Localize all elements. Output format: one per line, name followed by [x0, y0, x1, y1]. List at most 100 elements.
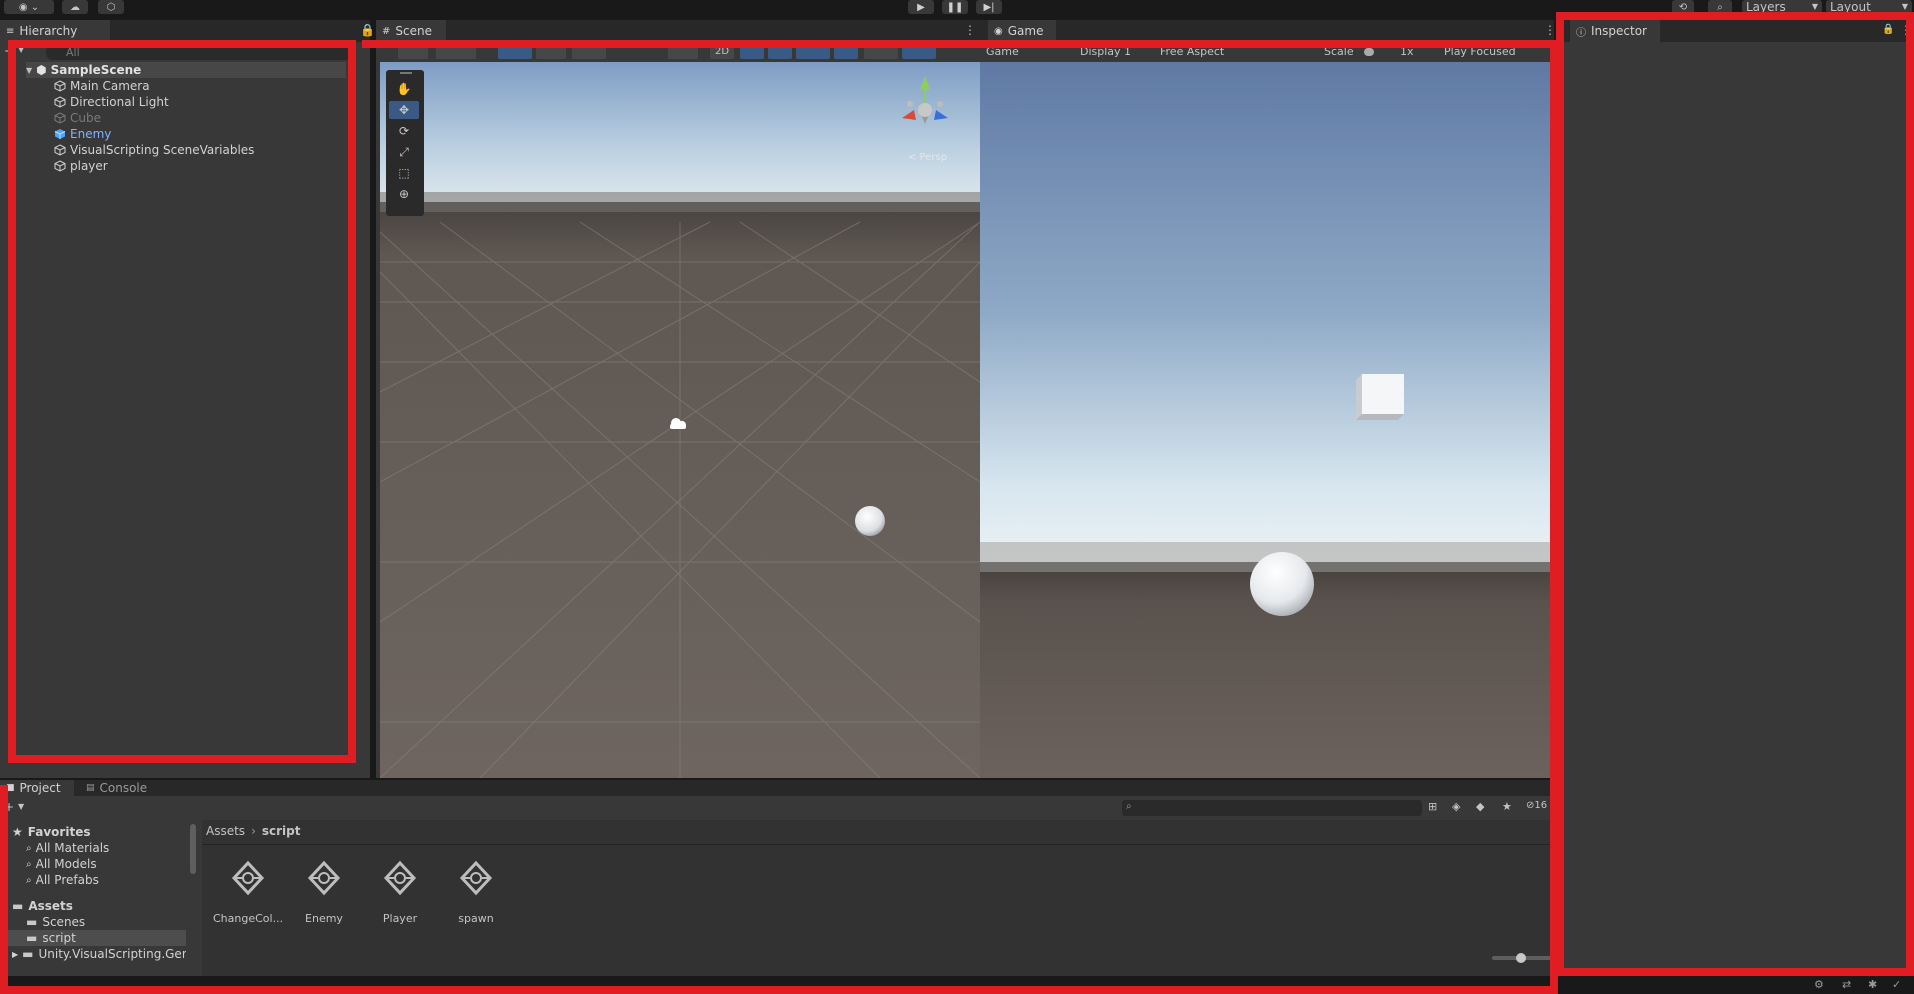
audio-toggle[interactable]: [768, 45, 792, 59]
scene-gizmo[interactable]: < Persp: [880, 70, 970, 166]
hidden-objects-toggle[interactable]: [834, 45, 858, 59]
scale-icon: ⤢: [399, 144, 409, 159]
tab-project[interactable]: ■ Project: [0, 780, 74, 796]
more-options-icon[interactable]: ⋮: [1900, 24, 1912, 36]
overlay-handle[interactable]: [400, 72, 412, 74]
hierarchy-item-directional-light[interactable]: Directional Light: [54, 94, 169, 110]
scale-tool-button[interactable]: ⤢: [389, 143, 419, 161]
star-icon[interactable]: ★: [1502, 800, 1512, 813]
tab-scene[interactable]: # Scene: [376, 20, 446, 42]
cube-object[interactable]: [1356, 374, 1404, 420]
folder-tree-scrollbar[interactable]: [190, 824, 196, 874]
game-mode-dropdown[interactable]: Game: [986, 45, 1019, 58]
hierarchy-item-visualscripting-scenevariables[interactable]: VisualScripting SceneVariables: [54, 142, 254, 158]
network-icon[interactable]: ⇄: [1842, 978, 1851, 991]
game-viewport[interactable]: [980, 62, 1554, 778]
camera-settings-dropdown[interactable]: [864, 45, 898, 59]
rotate-tool-button[interactable]: ⟳: [389, 122, 419, 140]
foldout-arrow-icon[interactable]: ▼: [26, 66, 32, 75]
favorites-header[interactable]: ★ Favorites: [12, 824, 90, 840]
scene-panel: # Scene ⋮ 2D ✋ ✥ ⟳ ⤢ ⬚ ⊕ < Persp: [376, 20, 980, 778]
sphere-object[interactable]: [855, 506, 885, 536]
lock-icon[interactable]: 🔒: [360, 24, 375, 36]
add-icon[interactable]: +: [4, 800, 14, 814]
scene-viewport[interactable]: ✋ ✥ ⟳ ⤢ ⬚ ⊕ < Persp: [380, 62, 980, 778]
favorite-all-prefabs[interactable]: ⌕ All Prefabs: [26, 872, 99, 888]
search-button[interactable]: ⌕: [1708, 0, 1732, 14]
step-button[interactable]: ▶|: [976, 0, 1002, 14]
tab-hierarchy-label: Hierarchy: [19, 24, 78, 38]
shading-dropdown[interactable]: [668, 45, 698, 59]
slider-handle[interactable]: [1516, 953, 1526, 963]
search-by-label-icon[interactable]: ◈: [1452, 800, 1460, 813]
search-by-type-icon[interactable]: ⊞: [1428, 800, 1437, 813]
sphere-object[interactable]: [1250, 552, 1314, 616]
tab-hierarchy[interactable]: ≡ Hierarchy: [0, 20, 110, 42]
favorite-all-models[interactable]: ⌕ All Models: [26, 856, 97, 872]
gameobject-icon: [54, 112, 66, 124]
aspect-dropdown[interactable]: Free Aspect: [1160, 45, 1224, 58]
breadcrumb-item[interactable]: script: [262, 824, 301, 838]
tab-console[interactable]: ▤ Console: [80, 780, 160, 796]
chevron-down-icon[interactable]: ▼: [18, 802, 24, 811]
lighting-toggle[interactable]: [740, 45, 764, 59]
folder-unity-visualscripting-generated[interactable]: ▶ ▬ Unity.VisualScripting.Gen...: [12, 946, 186, 962]
folder-script[interactable]: ▬ script: [0, 930, 186, 946]
scene-row[interactable]: ▼ ⬢ SampleScene: [26, 62, 346, 78]
tag-icon[interactable]: ◆: [1476, 800, 1484, 813]
favorite-all-materials[interactable]: ⌕ All Materials: [26, 840, 109, 856]
grid-toggle[interactable]: [536, 45, 566, 59]
check-icon[interactable]: ✓: [1892, 978, 1901, 991]
cloud-button[interactable]: ☁: [62, 0, 88, 14]
display-dropdown[interactable]: Display 1: [1080, 45, 1131, 58]
breadcrumb-item[interactable]: Assets: [206, 824, 245, 838]
more-options-icon[interactable]: ⋮: [964, 24, 976, 36]
render-mode-dropdown[interactable]: [436, 45, 476, 59]
move-tool-button[interactable]: ✥: [389, 101, 419, 119]
asset-changecolor[interactable]: ChangeCol...: [213, 858, 283, 925]
hierarchy-item-enemy[interactable]: Enemy: [54, 126, 111, 142]
collab-button[interactable]: ⬡: [98, 0, 124, 14]
project-search-input[interactable]: ⌕: [1122, 800, 1422, 816]
debug-icon[interactable]: ⚙: [1814, 978, 1824, 991]
layers-dropdown[interactable]: Layers ▼: [1742, 0, 1822, 14]
history-icon: ⟲: [1678, 1, 1688, 13]
pause-button[interactable]: ❚❚: [942, 0, 968, 14]
persp-label[interactable]: < Persp: [908, 152, 947, 163]
account-dropdown[interactable]: ◉ ⌄: [4, 0, 54, 14]
draw-mode-dropdown[interactable]: [398, 45, 428, 59]
increment-snap-dropdown[interactable]: [572, 45, 606, 59]
chevron-down-icon[interactable]: ▼: [18, 45, 24, 54]
layout-dropdown[interactable]: Layout ▼: [1826, 0, 1912, 14]
hand-tool-button[interactable]: ✋: [389, 80, 419, 98]
folder-scenes[interactable]: ▬ Scenes: [26, 914, 85, 930]
hierarchy-search-input[interactable]: All: [46, 45, 356, 60]
hidden-packages-toggle[interactable]: ⊘16: [1526, 800, 1547, 811]
effects-dropdown[interactable]: [796, 45, 830, 59]
more-options-icon[interactable]: ⋮: [1544, 24, 1556, 36]
asset-enemy[interactable]: Enemy: [289, 858, 359, 925]
assets-folder[interactable]: ▬ Assets: [12, 898, 73, 914]
asset-spawn[interactable]: spawn: [441, 858, 511, 925]
tab-inspector[interactable]: ⓘ Inspector: [1570, 20, 1660, 42]
tab-game[interactable]: ◉ Game: [988, 20, 1056, 42]
bug-icon[interactable]: ✱: [1868, 978, 1877, 991]
snap-toggle[interactable]: [498, 45, 532, 59]
icon-size-slider[interactable]: [1492, 953, 1552, 963]
gizmos-dropdown[interactable]: [902, 45, 936, 59]
scale-slider[interactable]: [1364, 48, 1374, 56]
asset-label: ChangeCol...: [213, 912, 284, 925]
2d-toggle[interactable]: 2D: [710, 45, 734, 59]
transform-tool-button[interactable]: ⊕: [389, 185, 419, 203]
rect-tool-button[interactable]: ⬚: [389, 164, 419, 182]
play-focused-dropdown[interactable]: Play Focused: [1444, 45, 1516, 58]
hierarchy-item-cube[interactable]: Cube: [54, 110, 101, 126]
asset-player[interactable]: Player: [365, 858, 435, 925]
lock-icon[interactable]: 🔒: [1882, 24, 1894, 36]
play-button[interactable]: ▶: [908, 0, 934, 14]
foldout-arrow-icon[interactable]: ▶: [12, 950, 18, 959]
history-button[interactable]: ⟲: [1672, 0, 1694, 14]
add-icon[interactable]: +: [4, 44, 14, 58]
hierarchy-item-main-camera[interactable]: Main Camera: [54, 78, 150, 94]
hierarchy-item-player[interactable]: player: [54, 158, 108, 174]
